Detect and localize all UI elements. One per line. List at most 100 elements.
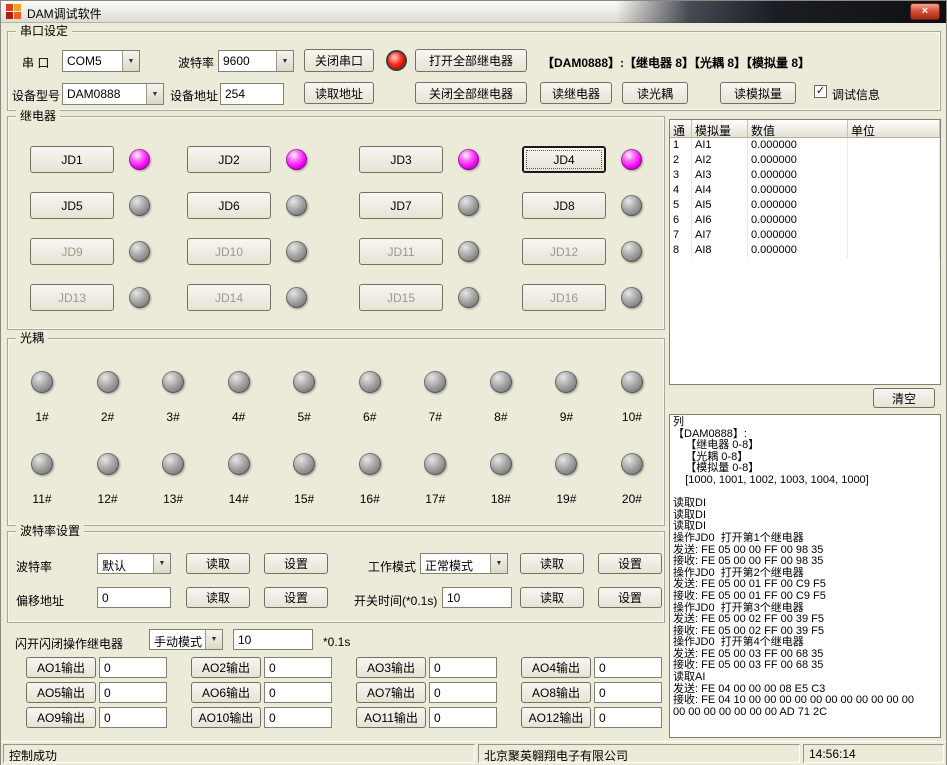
workmode-set-button[interactable]: 设置 [598, 553, 662, 574]
ao4-output-input[interactable] [594, 657, 662, 678]
ao9-output-button[interactable]: AO9输出 [26, 707, 96, 728]
ao6-output-button[interactable]: AO6输出 [191, 682, 261, 703]
relay-button-jd11[interactable]: JD11 [359, 238, 443, 265]
ao3-output-input[interactable] [429, 657, 497, 678]
analog-table[interactable]: 通 模拟量 数值 单位 1 AI1 0.000000 2 AI2 0.00000… [669, 119, 941, 385]
read-address-button[interactable]: 读取地址 [304, 82, 374, 104]
clock: 14:56:14 [803, 744, 944, 763]
relay-button-jd15[interactable]: JD15 [359, 284, 443, 311]
relay-button-jd16[interactable]: JD16 [522, 284, 606, 311]
chevron-down-icon[interactable]: ▼ [205, 630, 222, 649]
relay-button-jd13[interactable]: JD13 [30, 284, 114, 311]
baudrate-set-button[interactable]: 设置 [264, 553, 328, 574]
ao3-output-button[interactable]: AO3输出 [356, 657, 426, 678]
ao4-output-button[interactable]: AO4输出 [521, 657, 591, 678]
model-select[interactable]: DAM0888 ▼ [62, 83, 164, 105]
opto-label: 7# [429, 410, 442, 424]
baudrate-read-button[interactable]: 读取 [186, 553, 250, 574]
title-bar[interactable]: DAM调试软件 × [1, 1, 946, 23]
status-message: 控制成功 [3, 744, 475, 763]
ao7-output-input[interactable] [429, 682, 497, 703]
workmode-select[interactable]: 正常模式 ▼ [420, 553, 508, 574]
analog-name: AI6 [692, 213, 748, 228]
relay-button-jd6[interactable]: JD6 [187, 192, 271, 219]
ao8-output-input[interactable] [594, 682, 662, 703]
ao11-output-button[interactable]: AO11输出 [356, 707, 426, 728]
baudrate-setting-select[interactable]: 默认 ▼ [97, 553, 171, 574]
relay-button-jd1[interactable]: JD1 [30, 146, 114, 173]
opto-light-12 [97, 453, 119, 475]
ao9-output-input[interactable] [99, 707, 167, 728]
chevron-down-icon[interactable]: ▼ [276, 51, 293, 71]
relay-button-jd3[interactable]: JD3 [359, 146, 443, 173]
chevron-down-icon[interactable]: ▼ [146, 84, 163, 104]
relay-button-jd10[interactable]: JD10 [187, 238, 271, 265]
switch-time-set-button[interactable]: 设置 [598, 587, 662, 608]
port-select[interactable]: COM5 ▼ [62, 50, 140, 72]
relay-button-jd8[interactable]: JD8 [522, 192, 606, 219]
analog-name: AI3 [692, 168, 748, 183]
analog-name: AI4 [692, 183, 748, 198]
relay-cell: JD13 [30, 284, 187, 311]
relay-grid: JD1 JD2 JD3 JD4 JD5 JD6 [30, 146, 662, 311]
relay-light-jd7 [458, 195, 479, 216]
ao5-output-input[interactable] [99, 682, 167, 703]
analog-ch: 4 [670, 183, 692, 198]
close-icon[interactable]: × [910, 3, 940, 20]
clear-button[interactable]: 清空 [873, 388, 935, 408]
offset-address-input[interactable] [97, 587, 171, 608]
chevron-down-icon[interactable]: ▼ [153, 554, 170, 573]
read-relay-button[interactable]: 读继电器 [540, 82, 612, 104]
flash-mode-select[interactable]: 手动模式 ▼ [149, 629, 223, 650]
ao1-output-input[interactable] [99, 657, 167, 678]
relay-button-jd4[interactable]: JD4 [522, 146, 606, 173]
ao1-output-button[interactable]: AO1输出 [26, 657, 96, 678]
read-analog-button[interactable]: 读模拟量 [720, 82, 796, 104]
read-opto-button[interactable]: 读光耦 [622, 82, 688, 104]
relay-button-jd12[interactable]: JD12 [522, 238, 606, 265]
ao5-output-button[interactable]: AO5输出 [26, 682, 96, 703]
analog-ch: 1 [670, 138, 692, 153]
open-all-relays-button[interactable]: 打开全部继电器 [415, 49, 527, 72]
ao7-output-button[interactable]: AO7输出 [356, 682, 426, 703]
flash-time-input[interactable] [233, 629, 313, 650]
ao6-output-input[interactable] [264, 682, 332, 703]
offset-set-button[interactable]: 设置 [264, 587, 328, 608]
workmode-read-button[interactable]: 读取 [520, 553, 584, 574]
opto-light-19 [555, 453, 577, 475]
chevron-down-icon[interactable]: ▼ [490, 554, 507, 573]
relay-button-jd7[interactable]: JD7 [359, 192, 443, 219]
opto-cell: 8# [481, 371, 521, 424]
relay-button-jd2[interactable]: JD2 [187, 146, 271, 173]
switch-time-input[interactable] [442, 587, 512, 608]
workmode-label: 工作模式 [368, 558, 416, 575]
relay-button-jd5[interactable]: JD5 [30, 192, 114, 219]
relay-button-jd9[interactable]: JD9 [30, 238, 114, 265]
ao-output-grid: AO1输出 AO2输出 AO3输出 AO4输出 AO5输出 AO6输出 AO7输… [26, 657, 686, 728]
baudrate-select[interactable]: 9600 ▼ [218, 50, 294, 72]
ao11-output-input[interactable] [429, 707, 497, 728]
opto-cell: 13# [153, 453, 193, 506]
relay-cell: JD16 [522, 284, 662, 311]
relay-cell: JD9 [30, 238, 187, 265]
opto-light-17 [424, 453, 446, 475]
chevron-down-icon[interactable]: ▼ [122, 51, 139, 71]
baudrate-select-value: 9600 [219, 51, 276, 71]
device-address-input[interactable] [220, 83, 284, 105]
switch-time-read-button[interactable]: 读取 [520, 587, 584, 608]
opto-row-1: 1# 2# 3# 4# 5# 6# 7# 8# 9# 10# [22, 371, 652, 424]
ao10-output-button[interactable]: AO10输出 [191, 707, 261, 728]
ao10-output-input[interactable] [264, 707, 332, 728]
log-panel[interactable]: 列 【DAM0888】: 【继电器 0-8】 【光耦 0-8】 【模拟量 0-8… [669, 414, 941, 738]
ao12-output-input[interactable] [594, 707, 662, 728]
offset-read-button[interactable]: 读取 [186, 587, 250, 608]
close-all-relays-button[interactable]: 关闭全部继电器 [415, 82, 527, 104]
ao2-output-input[interactable] [264, 657, 332, 678]
debug-info-checkbox[interactable]: ✓ [814, 85, 827, 98]
ao12-output-button[interactable]: AO12输出 [521, 707, 591, 728]
relay-button-jd14[interactable]: JD14 [187, 284, 271, 311]
close-port-button[interactable]: 关闭串口 [304, 49, 374, 72]
ao-cell: AO11输出 [356, 707, 521, 728]
ao2-output-button[interactable]: AO2输出 [191, 657, 261, 678]
ao8-output-button[interactable]: AO8输出 [521, 682, 591, 703]
